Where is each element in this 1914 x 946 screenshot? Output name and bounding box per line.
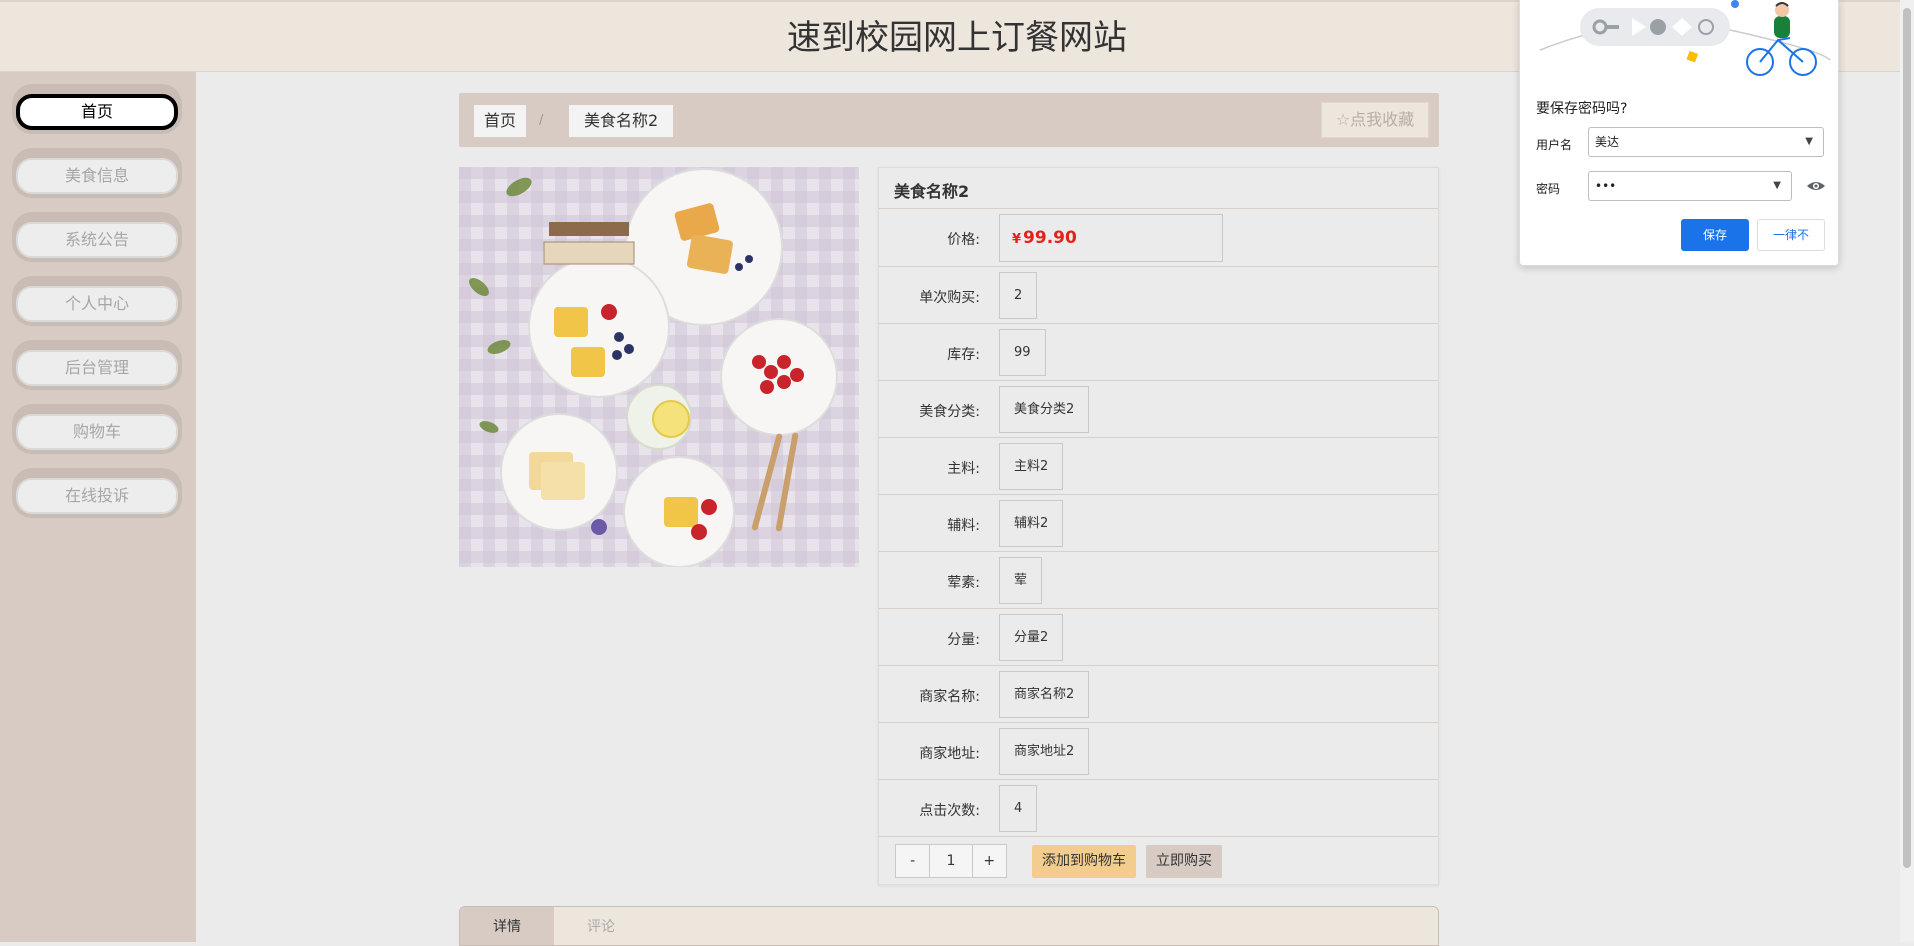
never-save-button[interactable]: 一律不 — [1757, 219, 1825, 251]
meat-veg-value: 荤 — [999, 557, 1043, 604]
buy-now-button[interactable]: 立即购买 — [1146, 845, 1222, 878]
dropdown-caret-icon: ▼ — [1805, 136, 1813, 147]
sidebar: 首页 美食信息 系统公告 个人中心 后台管理 购物车 在线投诉 — [0, 72, 196, 942]
sidebar-item-label[interactable]: 美食信息 — [16, 158, 178, 194]
category-label: 美食分类: — [919, 404, 980, 420]
breadcrumb-home-link[interactable]: 首页 — [474, 105, 527, 137]
merchant-name-value: 商家名称2 — [999, 671, 1090, 718]
stock-value: 99 — [999, 329, 1046, 376]
sidebar-item-admin[interactable]: 后台管理 — [12, 340, 182, 390]
add-to-cart-button[interactable]: 添加到购物车 — [1032, 845, 1136, 878]
sidebar-item-personal-center[interactable]: 个人中心 — [12, 276, 182, 326]
breadcrumb: 首页 / 美食名称2 ☆点我收藏 — [459, 93, 1439, 147]
password-select[interactable]: ••• ▼ — [1588, 171, 1792, 201]
tab-comments[interactable]: 评论 — [554, 907, 648, 945]
dropdown-caret-icon: ▼ — [1773, 180, 1781, 191]
sidebar-item-label[interactable]: 在线投诉 — [16, 478, 178, 514]
sidebar-item-complaints[interactable]: 在线投诉 — [12, 468, 182, 518]
product-detail-panel: 美食名称2 价格: ¥99.90 单次购买: 2 库存: 99 美食分类: 美食… — [878, 167, 1439, 885]
price-row: 价格: ¥99.90 — [879, 208, 1438, 266]
side-ingredient-value: 辅料2 — [999, 500, 1064, 547]
price-label: 价格: — [947, 232, 980, 248]
side-ingredient-label: 辅料: — [947, 518, 980, 534]
save-password-button[interactable]: 保存 — [1681, 219, 1749, 251]
main-ingredient-row: 主料: 主料2 — [879, 437, 1438, 494]
price-amount: 99.90 — [1023, 228, 1077, 248]
page-scrollbar[interactable] — [1900, 0, 1914, 942]
purchase-limit-value: 2 — [999, 272, 1038, 319]
category-row: 美食分类: 美食分类2 — [879, 380, 1438, 437]
username-value: 美达 — [1595, 135, 1620, 149]
meat-veg-row: 荤素: 荤 — [879, 551, 1438, 608]
username-select[interactable]: 美达 ▼ — [1588, 127, 1824, 157]
quantity-decrease-button[interactable]: - — [896, 845, 931, 877]
quantity-increase-button[interactable]: + — [971, 845, 1006, 877]
sidebar-item-label[interactable]: 首页 — [16, 94, 178, 130]
favorite-button[interactable]: ☆点我收藏 — [1321, 102, 1429, 138]
product-image — [459, 167, 859, 567]
dialog-title: 要保存密码吗? — [1536, 101, 1628, 117]
purchase-limit-label: 单次购买: — [919, 290, 980, 306]
merchant-address-row: 商家地址: 商家地址2 — [879, 722, 1438, 779]
star-outline-icon: ☆ — [1335, 110, 1351, 129]
password-value: ••• — [1595, 179, 1617, 193]
portion-label: 分量: — [947, 632, 980, 648]
tab-details[interactable]: 详情 — [460, 907, 554, 945]
eye-icon[interactable] — [1806, 178, 1826, 194]
site-title: 速到校园网上订餐网站 — [787, 18, 1127, 58]
quantity-stepper: - 1 + — [895, 844, 1007, 878]
actions-divider — [879, 836, 1438, 837]
food-photo-illustration — [459, 167, 859, 567]
sidebar-item-label[interactable]: 系统公告 — [16, 222, 178, 258]
sidebar-item-food-info[interactable]: 美食信息 — [12, 148, 182, 198]
save-password-dialog: 要保存密码吗? 用户名 美达 ▼ 密码 ••• ▼ 保存 一律不 — [1519, 0, 1839, 266]
detail-tabs: 详情 评论 — [459, 906, 1439, 946]
currency-symbol: ¥ — [1012, 232, 1022, 247]
main-ingredient-value: 主料2 — [999, 443, 1064, 490]
username-label: 用户名 — [1536, 138, 1573, 152]
breadcrumb-separator: / — [539, 113, 544, 128]
purchase-limit-row: 单次购买: 2 — [879, 266, 1438, 323]
side-ingredient-row: 辅料: 辅料2 — [879, 494, 1438, 551]
merchant-address-label: 商家地址: — [919, 746, 980, 762]
sidebar-item-label[interactable]: 个人中心 — [16, 286, 178, 322]
merchant-address-value: 商家地址2 — [999, 728, 1090, 775]
password-illustration — [1539, 0, 1831, 76]
sidebar-item-home[interactable]: 首页 — [12, 84, 182, 134]
sidebar-item-cart[interactable]: 购物车 — [12, 404, 182, 454]
password-label: 密码 — [1536, 182, 1561, 196]
quantity-input[interactable]: 1 — [930, 845, 971, 877]
favorite-label: 点我收藏 — [1350, 110, 1415, 129]
sidebar-item-announcements[interactable]: 系统公告 — [12, 212, 182, 262]
portion-value: 分量2 — [999, 614, 1064, 661]
product-name: 美食名称2 — [894, 182, 970, 201]
merchant-name-label: 商家名称: — [919, 689, 980, 705]
sidebar-item-label[interactable]: 后台管理 — [16, 350, 178, 386]
meat-veg-label: 荤素: — [947, 575, 980, 591]
click-count-label: 点击次数: — [919, 803, 980, 819]
breadcrumb-current: 美食名称2 — [569, 105, 674, 137]
main-ingredient-label: 主料: — [947, 461, 980, 477]
portion-row: 分量: 分量2 — [879, 608, 1438, 665]
price-value: ¥99.90 — [999, 214, 1223, 262]
click-count-row: 点击次数: 4 — [879, 779, 1438, 836]
category-value: 美食分类2 — [999, 386, 1090, 433]
scrollbar-thumb[interactable] — [1903, 8, 1911, 868]
click-count-value: 4 — [999, 785, 1038, 832]
merchant-name-row: 商家名称: 商家名称2 — [879, 665, 1438, 722]
stock-row: 库存: 99 — [879, 323, 1438, 380]
sidebar-item-label[interactable]: 购物车 — [16, 414, 178, 450]
stock-label: 库存: — [947, 347, 980, 363]
